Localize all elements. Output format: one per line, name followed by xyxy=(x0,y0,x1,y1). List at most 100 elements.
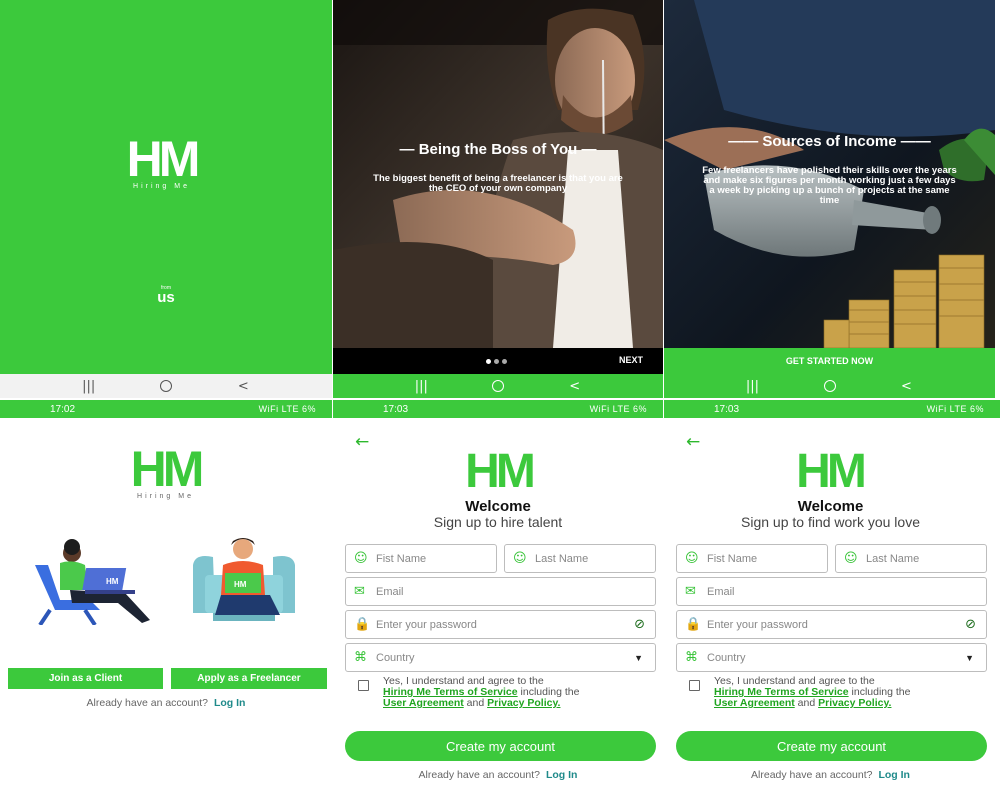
user-agreement-link[interactable]: User Agreement xyxy=(714,697,795,709)
login-link[interactable]: Log In xyxy=(546,769,578,781)
login-prompt: Already have an account? Log In xyxy=(0,697,332,709)
password-placeholder: Enter your password xyxy=(376,618,477,631)
privacy-policy-link[interactable]: Privacy Policy. xyxy=(818,697,891,709)
signup-subtitle: Sign up to find work you love xyxy=(741,514,920,530)
create-account-button[interactable]: Create my account xyxy=(676,731,987,761)
terms-text: Yes, I understand and agree to the Hirin… xyxy=(714,675,911,709)
freelancer-illustration: HM xyxy=(193,538,295,621)
signup-subtitle: Sign up to hire talent xyxy=(433,514,563,530)
password-field[interactable]: 🔒 Enter your password ⊘ xyxy=(676,610,987,639)
page-dot xyxy=(502,359,507,364)
page-dot xyxy=(494,359,499,364)
logo-subtitle: Hiring Me xyxy=(137,492,194,500)
svg-text:HM: HM xyxy=(106,577,119,586)
slide-1-title: — Being the Boss of You — xyxy=(399,141,597,158)
country-placeholder: Country xyxy=(707,651,746,664)
first-name-field[interactable]: ☺ Fist Name xyxy=(345,544,497,573)
user-agreement-link[interactable]: User Agreement xyxy=(383,697,464,709)
first-name-placeholder: Fist Name xyxy=(376,552,427,565)
country-select[interactable]: ⌘ Country ▼ xyxy=(345,643,656,672)
first-name-placeholder: Fist Name xyxy=(707,552,758,565)
logo-mark: HM xyxy=(130,441,205,497)
slide-2-title-text: Sources of Income xyxy=(762,133,897,150)
get-started-label: GET STARTED NOW xyxy=(785,356,874,366)
get-started-button[interactable]: GET STARTED NOW xyxy=(664,348,995,374)
email-placeholder: Email xyxy=(707,585,735,598)
status-indicators: WiFi LTE 6% xyxy=(926,404,984,414)
lock-icon: 🔒 xyxy=(354,617,371,632)
status-time: 17:02 xyxy=(50,403,76,415)
eye-slash-icon[interactable]: ⊘ xyxy=(965,617,976,632)
slide-1-text: The biggest benefit of being a freelance… xyxy=(373,173,623,194)
back-button[interactable]: < xyxy=(228,376,258,396)
nav-bar: ||| < xyxy=(0,374,332,398)
email-field[interactable]: ✉ Email xyxy=(345,577,656,606)
login-link[interactable]: Log In xyxy=(878,769,910,781)
country-select[interactable]: ⌘ Country ▼ xyxy=(676,643,987,672)
slide-1-title-text: Being the Boss of You xyxy=(418,141,578,158)
status-bar: 17:02 WiFi LTE 6% xyxy=(0,400,332,418)
terms-text: Yes, I understand and agree to the Hirin… xyxy=(383,675,580,709)
splash-logo: HM Hiring Me xyxy=(114,134,209,190)
create-account-button[interactable]: Create my account xyxy=(345,731,656,761)
last-name-field[interactable]: ☺ Last Name xyxy=(835,544,987,573)
login-prompt: Already have an account? Log In xyxy=(664,769,997,781)
signup-client-screen: 17:03 WiFi LTE 6% ← HM Welcome Sign up t… xyxy=(333,400,663,803)
terms-checkbox[interactable] xyxy=(689,680,700,691)
apply-as-freelancer-button[interactable]: Apply as a Freelancer xyxy=(171,668,327,689)
terms-checkbox[interactable] xyxy=(358,680,369,691)
signup-logo: HM xyxy=(782,445,877,498)
home-icon xyxy=(159,380,172,392)
first-name-field[interactable]: ☺ Fist Name xyxy=(676,544,828,573)
status-time: 17:03 xyxy=(714,403,740,415)
splash-screen: HM Hiring Me from us ||| < xyxy=(0,0,332,398)
email-field[interactable]: ✉ Email xyxy=(676,577,987,606)
back-button[interactable]: < xyxy=(892,376,922,396)
onboarding-slide-2: —— Sources of Income —— Few freelancers … xyxy=(664,0,995,398)
person-icon: ☺ xyxy=(844,551,858,566)
logo-subtitle: Hiring Me xyxy=(133,182,190,190)
back-arrow-icon[interactable]: ← xyxy=(355,432,369,452)
last-name-field[interactable]: ☺ Last Name xyxy=(504,544,656,573)
person-icon: ☺ xyxy=(513,551,527,566)
login-link[interactable]: Log In xyxy=(214,697,246,709)
recents-button[interactable]: ||| xyxy=(74,376,104,396)
status-indicators: WiFi LTE 6% xyxy=(258,404,316,414)
signup-freelancer-screen: 17:03 WiFi LTE 6% ← HM Welcome Sign up t… xyxy=(664,400,1000,803)
back-button[interactable]: < xyxy=(560,376,590,396)
nav-bar: ||| < xyxy=(333,374,663,398)
slide-footer: NEXT xyxy=(333,348,663,374)
nav-bar: ||| < xyxy=(664,374,995,398)
join-as-client-button[interactable]: Join as a Client xyxy=(8,668,163,689)
home-button[interactable] xyxy=(483,376,513,396)
login-prompt-text: Already have an account? xyxy=(418,769,540,781)
back-arrow-icon[interactable]: ← xyxy=(686,432,700,452)
person-icon: ☺ xyxy=(685,551,699,566)
country-placeholder: Country xyxy=(376,651,415,664)
onboarding-slide-1: — Being the Boss of You — The biggest be… xyxy=(333,0,663,398)
slide-2-text: Few freelancers have polished their skil… xyxy=(702,165,957,206)
login-prompt: Already have an account? Log In xyxy=(333,769,663,781)
home-icon xyxy=(823,380,836,392)
last-name-placeholder: Last Name xyxy=(866,552,920,565)
recents-button[interactable]: ||| xyxy=(406,376,436,396)
eye-slash-icon[interactable]: ⊘ xyxy=(634,617,645,632)
password-field[interactable]: 🔒 Enter your password ⊘ xyxy=(345,610,656,639)
privacy-policy-link[interactable]: Privacy Policy. xyxy=(487,697,560,709)
login-prompt-text: Already have an account? xyxy=(751,769,873,781)
email-icon: ✉ xyxy=(685,584,696,599)
last-name-placeholder: Last Name xyxy=(535,552,589,565)
partner-brand: from us xyxy=(146,285,186,305)
email-placeholder: Email xyxy=(376,585,404,598)
next-button[interactable]: NEXT xyxy=(619,355,643,365)
chevron-down-icon: ▼ xyxy=(965,652,974,663)
home-button[interactable] xyxy=(815,376,845,396)
globe-icon: ⌘ xyxy=(354,650,367,665)
recents-button[interactable]: ||| xyxy=(738,376,768,396)
home-logo: HM Hiring Me xyxy=(118,441,213,500)
status-bar: 17:03 WiFi LTE 6% xyxy=(333,400,663,418)
logo-mark: HM xyxy=(796,445,867,498)
home-button[interactable] xyxy=(151,376,181,396)
role-selection-screen: 17:02 WiFi LTE 6% HM Hiring Me HM HM Joi… xyxy=(0,400,332,803)
chevron-down-icon: ▼ xyxy=(634,652,643,663)
